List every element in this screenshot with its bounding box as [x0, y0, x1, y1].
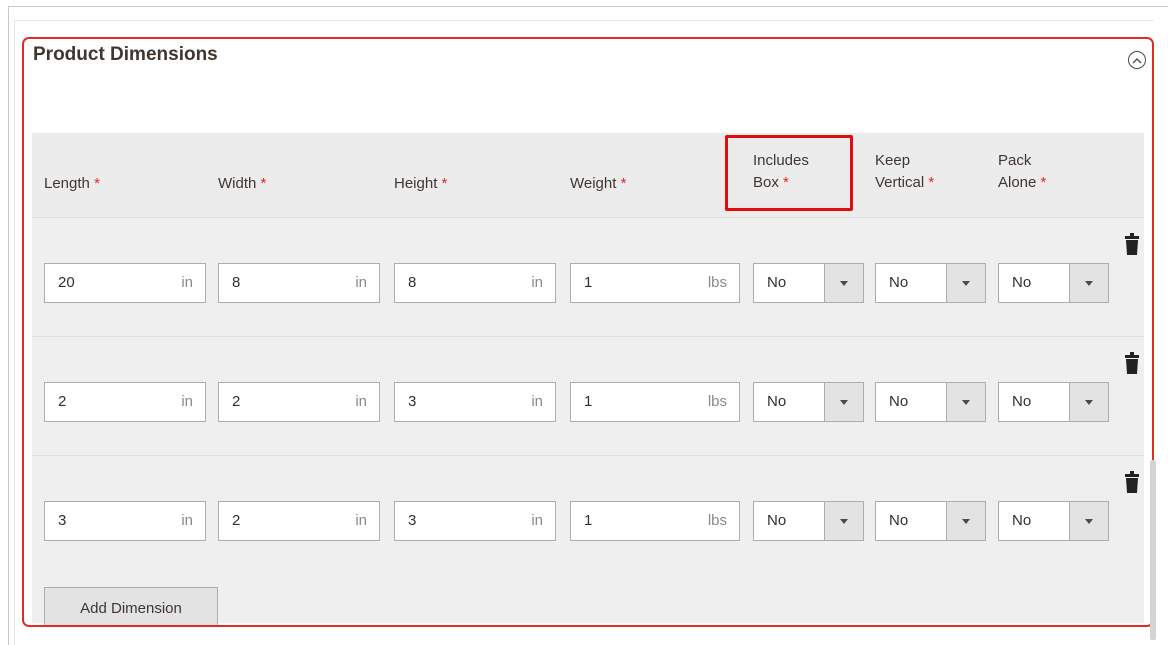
required-marker: * — [441, 175, 448, 192]
unit-label: in — [531, 393, 543, 410]
unit-label: lbs — [707, 393, 727, 410]
header-keep-vertical: Keep Vertical * — [875, 152, 935, 191]
trash-icon[interactable] — [1124, 352, 1140, 374]
page-inner-frame-left — [14, 20, 15, 645]
caret-down-icon — [1069, 383, 1108, 421]
unit-label: in — [355, 512, 367, 529]
input-value: 8 — [232, 274, 241, 291]
dimension-row: 2 in 2 in 3 in 1 lbs No No No — [32, 337, 1144, 456]
required-marker: * — [620, 175, 627, 192]
includes-box-select[interactable]: No — [753, 382, 864, 422]
grid-header: Length * Width * Height * Weight * Inclu… — [32, 133, 1144, 218]
input-value: 20 — [58, 274, 75, 291]
includes-box-select[interactable]: No — [753, 501, 864, 541]
header-width: Width * — [218, 175, 267, 192]
caret-down-icon — [946, 264, 985, 302]
pack-alone-select[interactable]: No — [998, 382, 1109, 422]
height-input[interactable]: 8 in — [394, 263, 556, 303]
includes-box-highlight — [725, 135, 853, 211]
input-value: 2 — [232, 512, 241, 529]
page-frame-top — [8, 6, 1168, 7]
input-value: 1 — [584, 512, 593, 529]
weight-input[interactable]: 1 lbs — [570, 263, 740, 303]
unit-label: in — [531, 274, 543, 291]
unit-label: in — [355, 393, 367, 410]
page-frame-left — [8, 6, 9, 645]
trash-icon[interactable] — [1124, 233, 1140, 255]
dimension-row: 3 in 2 in 3 in 1 lbs No No No — [32, 456, 1144, 574]
unit-label: in — [531, 512, 543, 529]
select-value: No — [889, 512, 909, 529]
unit-label: in — [355, 274, 367, 291]
input-value: 2 — [232, 393, 241, 410]
keep-vertical-select[interactable]: No — [875, 382, 986, 422]
required-marker: * — [1040, 174, 1047, 191]
select-value: No — [1012, 393, 1032, 410]
select-value: No — [767, 393, 787, 410]
header-pack-alone: Pack Alone * — [998, 152, 1047, 191]
caret-down-icon — [946, 383, 985, 421]
select-value: No — [1012, 274, 1032, 291]
length-input[interactable]: 2 in — [44, 382, 206, 422]
dimensions-grid: Length * Width * Height * Weight * Inclu… — [32, 133, 1144, 625]
length-input[interactable]: 3 in — [44, 501, 206, 541]
caret-down-icon — [1069, 264, 1108, 302]
required-marker: * — [928, 174, 935, 191]
caret-down-icon — [824, 264, 863, 302]
required-marker: * — [94, 175, 100, 192]
scrollbar[interactable] — [1150, 460, 1156, 640]
select-value: No — [1012, 512, 1032, 529]
height-input[interactable]: 3 in — [394, 501, 556, 541]
header-height: Height * — [394, 175, 448, 192]
input-value: 3 — [408, 512, 417, 529]
panel-title: Product Dimensions — [33, 44, 218, 65]
collapse-icon[interactable] — [1128, 51, 1146, 69]
width-input[interactable]: 8 in — [218, 263, 380, 303]
height-input[interactable]: 3 in — [394, 382, 556, 422]
trash-icon[interactable] — [1124, 471, 1140, 493]
header-weight: Weight * — [570, 175, 627, 192]
weight-input[interactable]: 1 lbs — [570, 382, 740, 422]
width-input[interactable]: 2 in — [218, 382, 380, 422]
length-input[interactable]: 20 in — [44, 263, 206, 303]
input-value: 1 — [584, 274, 593, 291]
select-value: No — [767, 274, 787, 291]
dimension-row: 20 in 8 in 8 in 1 lbs No No No — [32, 218, 1144, 337]
includes-box-select[interactable]: No — [753, 263, 864, 303]
unit-label: in — [181, 274, 193, 291]
select-value: No — [767, 512, 787, 529]
select-value: No — [889, 393, 909, 410]
unit-label: in — [181, 512, 193, 529]
input-value: 3 — [408, 393, 417, 410]
required-marker: * — [260, 175, 267, 192]
caret-down-icon — [824, 502, 863, 540]
product-dimensions-panel: Product Dimensions Length * Width * Heig… — [22, 37, 1154, 627]
input-value: 3 — [58, 512, 67, 529]
keep-vertical-select[interactable]: No — [875, 501, 986, 541]
pack-alone-select[interactable]: No — [998, 263, 1109, 303]
select-value: No — [889, 274, 909, 291]
unit-label: lbs — [707, 512, 727, 529]
width-input[interactable]: 2 in — [218, 501, 380, 541]
add-dimension-button[interactable]: Add Dimension — [44, 587, 218, 625]
unit-label: lbs — [707, 274, 727, 291]
caret-down-icon — [824, 383, 863, 421]
input-value: 2 — [58, 393, 67, 410]
weight-input[interactable]: 1 lbs — [570, 501, 740, 541]
keep-vertical-select[interactable]: No — [875, 263, 986, 303]
page-inner-frame-top — [14, 20, 1154, 21]
header-length: Length * — [44, 175, 100, 192]
unit-label: in — [181, 393, 193, 410]
input-value: 8 — [408, 274, 417, 291]
caret-down-icon — [1069, 502, 1108, 540]
input-value: 1 — [584, 393, 593, 410]
pack-alone-select[interactable]: No — [998, 501, 1109, 541]
caret-down-icon — [946, 502, 985, 540]
